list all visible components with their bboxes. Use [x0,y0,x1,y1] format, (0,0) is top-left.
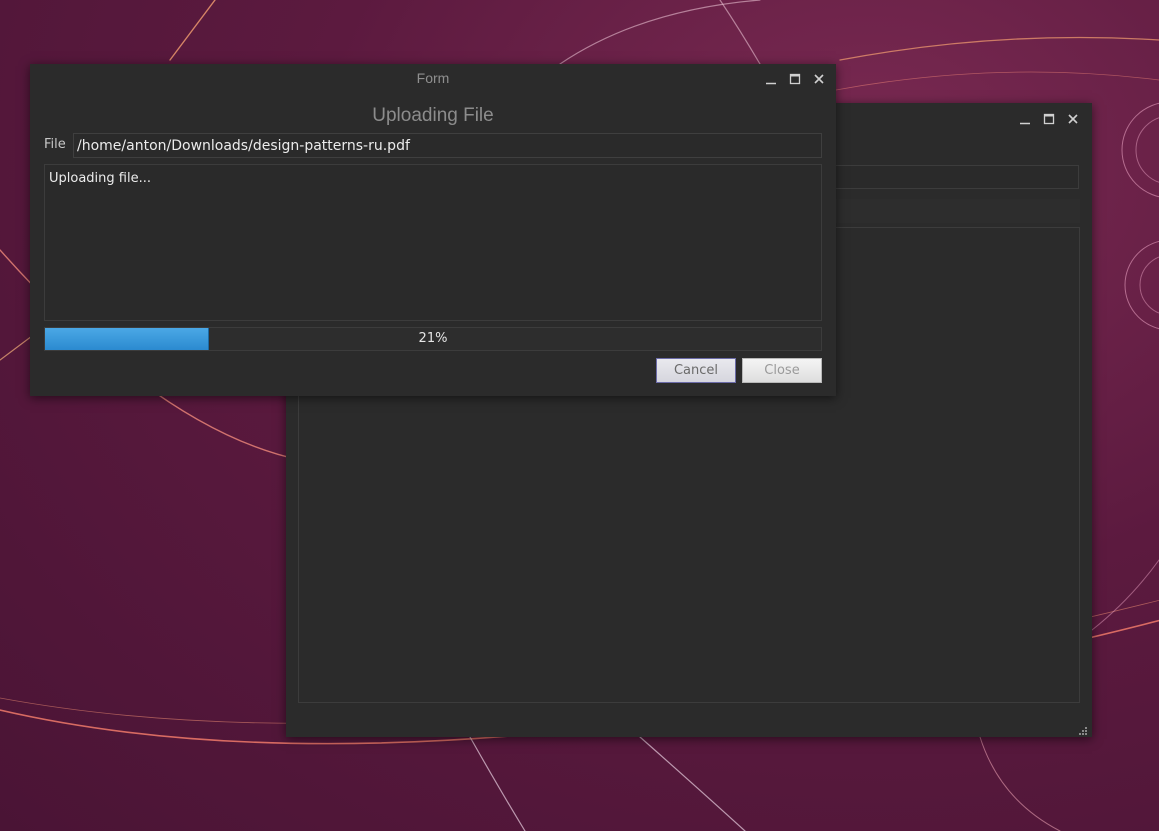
background-window-controls [1016,110,1082,128]
close-icon[interactable] [1064,110,1082,128]
file-label: File [44,137,66,152]
dialog-heading: Uploading File [372,105,494,126]
minimize-icon[interactable] [1016,110,1034,128]
log-text: Uploading file... [49,171,151,186]
close-icon[interactable] [810,70,828,88]
resize-grip-icon[interactable] [1076,721,1088,735]
desktop: Form Uploading File File Uploading file.… [0,0,1159,831]
maximize-icon[interactable] [786,70,804,88]
maximize-icon[interactable] [1040,110,1058,128]
window-controls [762,70,828,88]
file-path-input[interactable] [73,133,822,158]
minimize-icon[interactable] [762,70,780,88]
cancel-button[interactable]: Cancel [656,358,736,383]
background-window-field[interactable] [834,165,1079,189]
log-textarea[interactable]: Uploading file... [44,164,822,321]
upload-progress-bar: 21% [44,327,822,351]
progress-label: 21% [418,331,448,346]
window-title: Form [416,70,450,86]
close-button[interactable]: Close [742,358,822,383]
upload-dialog: Form Uploading File File Uploading file.… [30,64,836,396]
background-window-strip [834,199,1080,223]
